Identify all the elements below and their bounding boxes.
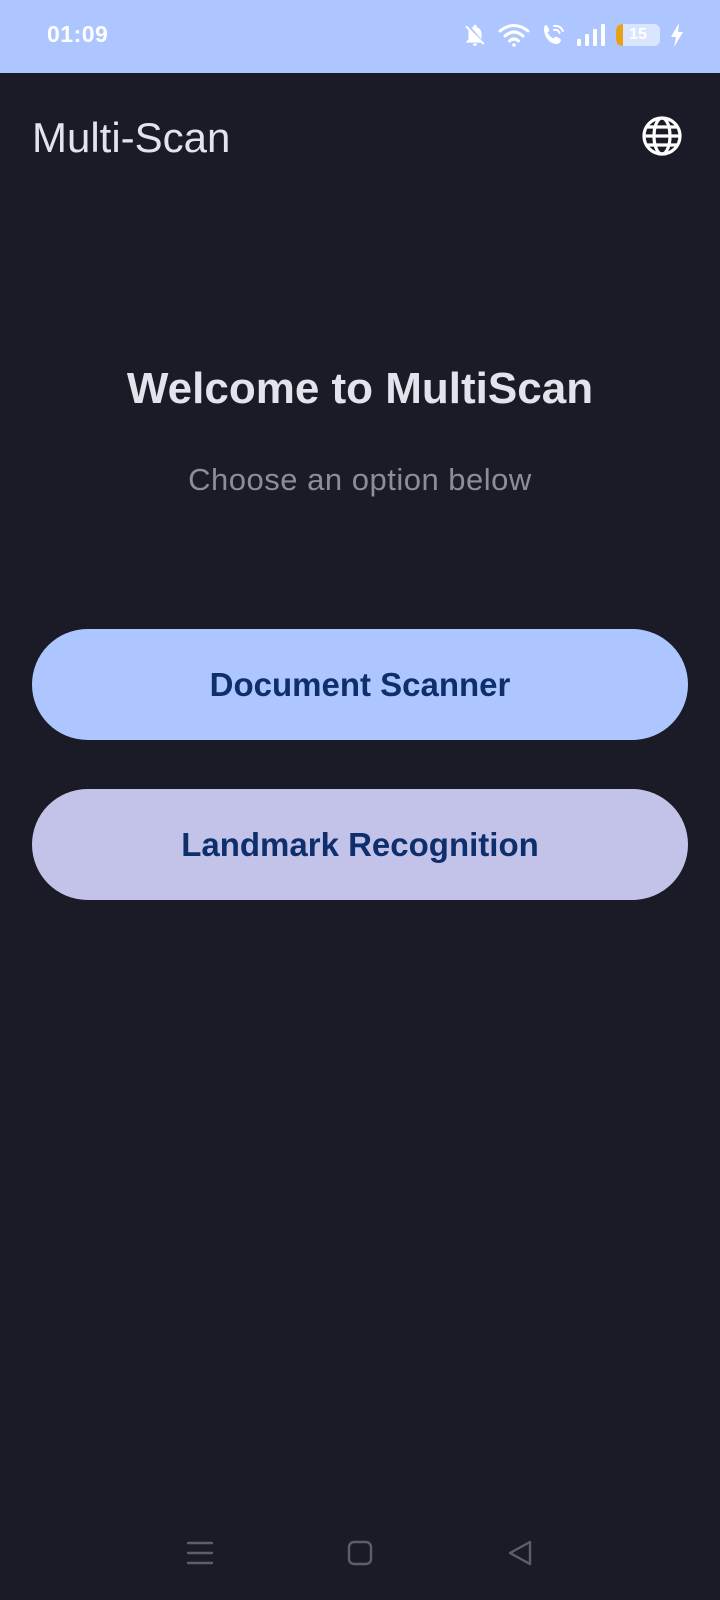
wifi-call-icon (540, 22, 566, 48)
recent-apps-button[interactable] (170, 1525, 230, 1585)
battery-icon: 15 (616, 23, 660, 46)
home-button[interactable] (330, 1525, 390, 1585)
system-nav-bar (0, 1510, 720, 1600)
menu-icon (186, 1540, 214, 1571)
status-icons: 15 (462, 22, 684, 48)
welcome-title: Welcome to MultiScan (126, 364, 594, 413)
app-bar: Multi-Scan (0, 73, 720, 203)
app-title: Multi-Scan (32, 114, 231, 161)
home-icon (346, 1539, 374, 1572)
landmark-recognition-button[interactable]: Landmark Recognition (32, 789, 688, 900)
document-scanner-button[interactable]: Document Scanner (32, 629, 688, 740)
status-time: 01:09 (47, 21, 109, 47)
signal-icon (576, 23, 606, 47)
back-icon (506, 1539, 534, 1572)
status-bar: 01:09 15 (0, 0, 720, 73)
welcome-subtitle: Choose an option below (188, 462, 532, 497)
back-button[interactable] (490, 1525, 550, 1585)
battery-level: 15 (629, 25, 647, 43)
screen: 01:09 15 Multi-Scan Welcome to MultiScan… (0, 0, 720, 1600)
bell-muted-icon (462, 22, 488, 48)
wifi-icon (498, 22, 530, 48)
language-button[interactable] (638, 114, 686, 162)
battery-fill (616, 23, 623, 46)
globe-icon (641, 115, 683, 162)
charging-icon (670, 22, 684, 47)
